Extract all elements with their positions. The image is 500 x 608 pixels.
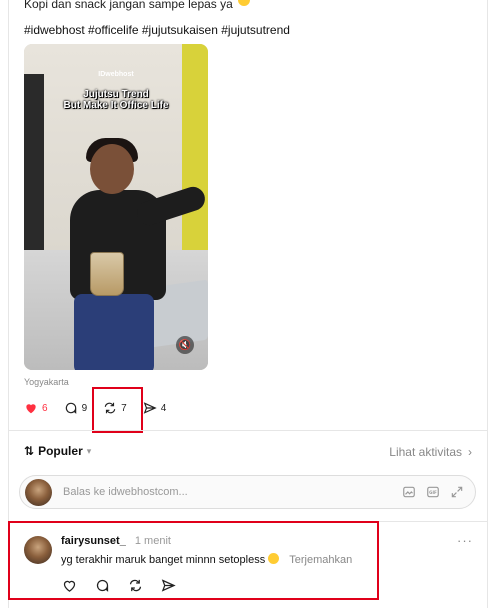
comment-icon — [65, 402, 76, 414]
post-hashtags[interactable]: #idwebhost #officelife #jujutsukaisen #j… — [24, 23, 290, 37]
svg-text:GIF: GIF — [429, 490, 437, 495]
expand-icon[interactable] — [449, 484, 465, 500]
gif-icon[interactable]: GIF — [425, 484, 441, 500]
post-caption: Kopi dan snack jangan sampe lepas ya — [24, 0, 251, 11]
avatar — [25, 479, 52, 506]
highlight-box-comment — [8, 521, 379, 600]
share-count: 4 — [160, 402, 167, 414]
highlight-box-repost — [92, 387, 143, 433]
chevron-right-icon: › — [468, 445, 472, 459]
like-count: 6 — [42, 402, 48, 414]
comment-count: 9 — [81, 402, 88, 414]
sort-dropdown[interactable]: ⇅ Populer ▾ — [24, 444, 91, 458]
post-video[interactable]: IDwebhost Jujutsu Trend But Make It Offi… — [24, 44, 208, 370]
comment-button[interactable]: 9 — [64, 401, 88, 415]
view-activity-link[interactable]: Lihat aktivitas › — [389, 445, 472, 459]
video-brand-logo: IDwebhost — [98, 71, 134, 78]
like-button[interactable]: 6 — [24, 401, 48, 415]
reply-placeholder: Balas ke idwebhostcom... — [63, 486, 188, 498]
speaker-muted-icon[interactable]: 🔇 — [176, 336, 194, 354]
more-options-button[interactable]: ··· — [457, 533, 473, 548]
image-icon[interactable] — [401, 484, 417, 500]
divider — [9, 430, 487, 431]
emoji-icon — [238, 0, 251, 6]
chevron-down-icon: ▾ — [86, 445, 92, 456]
heart-filled-icon — [26, 404, 36, 414]
send-icon — [143, 402, 157, 414]
video-overlay-text: Jujutsu Trend But Make It Office Life — [63, 89, 169, 111]
share-button[interactable]: 4 — [143, 401, 167, 415]
reply-input[interactable]: Balas ke idwebhostcom... GIF — [19, 475, 476, 509]
sort-arrows-icon: ⇅ — [24, 444, 35, 458]
post-location[interactable]: Yogyakarta — [24, 377, 69, 387]
